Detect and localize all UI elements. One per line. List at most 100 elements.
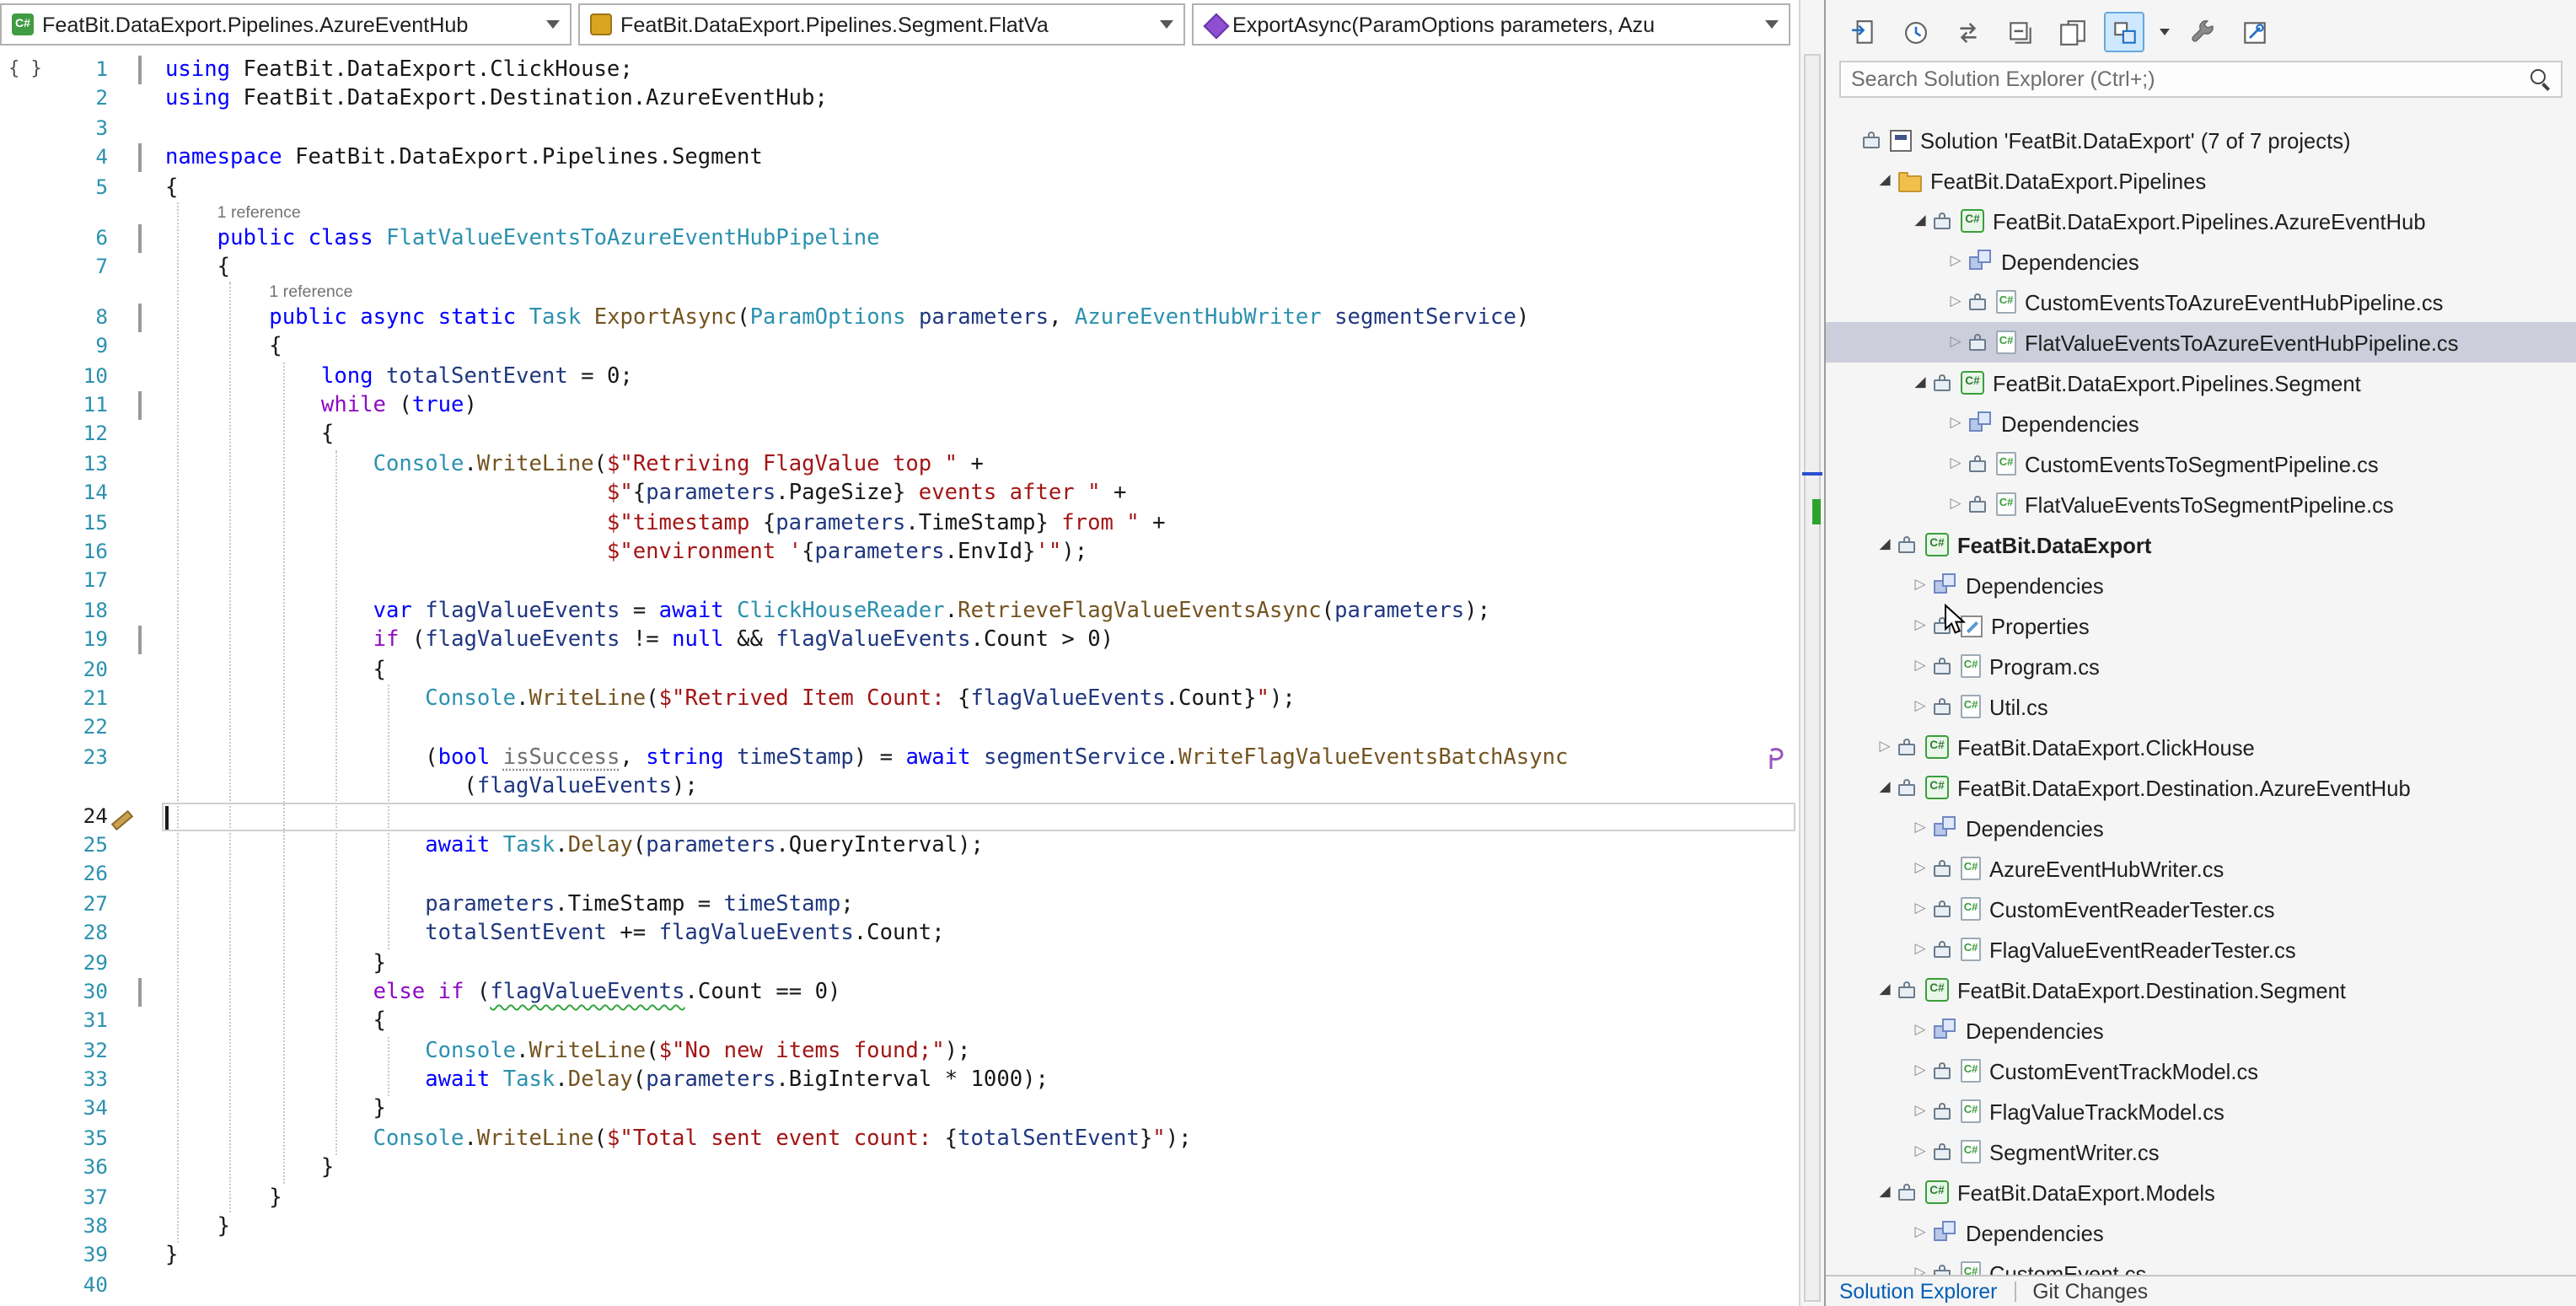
tree-item[interactable]: ▷C#Program.cs <box>1826 646 2576 686</box>
nav-dropdown-project[interactable]: C#FeatBit.DataExport.Pipelines.AzureEven… <box>0 3 572 46</box>
code-text[interactable]: long totalSentEvent = 0; <box>165 362 1799 391</box>
expander-icon[interactable]: ▷ <box>1907 941 1934 958</box>
suggestion-margin-icon[interactable] <box>1767 747 1785 771</box>
fold-margin[interactable] <box>138 391 165 421</box>
code-text[interactable]: Console.WriteLine($"No new items found;"… <box>165 1036 1799 1066</box>
fold-margin[interactable] <box>138 115 165 144</box>
expander-icon[interactable]: ▷ <box>1907 900 1934 917</box>
scrollbar-thumb[interactable] <box>1804 54 1821 1301</box>
code-text[interactable]: $"timestamp {parameters.TimeStamp} from … <box>165 508 1799 538</box>
fold-margin[interactable] <box>138 1008 165 1037</box>
search-icon[interactable] <box>2530 69 2551 89</box>
expander-icon[interactable]: ▷ <box>1942 496 1969 513</box>
fold-margin[interactable] <box>138 1036 165 1066</box>
fold-margin[interactable] <box>138 861 165 890</box>
fold-margin[interactable] <box>138 333 165 363</box>
fold-margin[interactable] <box>138 508 165 538</box>
sync-active-document-icon[interactable] <box>1843 12 1883 52</box>
code-text[interactable]: { <box>165 655 1799 685</box>
fold-margin[interactable] <box>138 831 165 861</box>
fold-margin[interactable] <box>138 362 165 391</box>
code-text[interactable]: { <box>165 333 1799 363</box>
tree-item[interactable]: ▷Properties <box>1826 605 2576 646</box>
tree-item[interactable]: ▷C#CustomEventsToAzureEventHubPipeline.c… <box>1826 282 2576 322</box>
collapse-region-icon[interactable] <box>138 391 142 420</box>
code-text[interactable]: $"{parameters.PageSize} events after " + <box>165 480 1799 509</box>
view-switcher-icon[interactable] <box>2104 12 2144 52</box>
code-text[interactable] <box>165 115 1799 144</box>
code-text[interactable]: parameters.TimeStamp = timeStamp; <box>165 889 1799 919</box>
tree-item[interactable]: ◢C#FeatBit.DataExport.Models <box>1826 1172 2576 1212</box>
code-text[interactable]: } <box>165 1154 1799 1184</box>
code-text[interactable]: { <box>165 253 1799 282</box>
tree-item[interactable]: ▷C#FlatValueEventsToAzureEventHubPipelin… <box>1826 322 2576 363</box>
fold-margin[interactable] <box>138 655 165 685</box>
code-text[interactable]: await Task.Delay(parameters.QueryInterva… <box>165 831 1799 861</box>
fold-margin[interactable] <box>138 597 165 626</box>
code-text[interactable]: 1 reference <box>165 282 1799 304</box>
code-text[interactable]: using FeatBit.DataExport.ClickHouse; <box>165 56 1799 85</box>
fold-margin[interactable] <box>138 450 165 480</box>
code-text[interactable]: Console.WriteLine($"Total sent event cou… <box>165 1125 1799 1154</box>
tree-item[interactable]: ▷C#CustomEventsToSegmentPipeline.cs <box>1826 443 2576 484</box>
tree-item[interactable]: ▷C#CustomEventReaderTester.cs <box>1826 889 2576 929</box>
fold-margin[interactable] <box>138 949 165 978</box>
code-text[interactable]: } <box>165 949 1799 978</box>
sync-icon[interactable] <box>1947 12 1988 52</box>
fold-margin[interactable] <box>138 85 165 115</box>
code-text[interactable]: Console.WriteLine($"Retrived Item Count:… <box>165 685 1799 714</box>
code-text[interactable]: else if (flagValueEvents.Count == 0) <box>165 978 1799 1008</box>
collapse-all-icon[interactable] <box>1999 12 2040 52</box>
fold-margin[interactable] <box>138 919 165 949</box>
expander-icon[interactable]: ◢ <box>1871 981 1898 998</box>
fold-margin[interactable] <box>138 1183 165 1212</box>
fold-margin[interactable] <box>138 978 165 1008</box>
fold-margin[interactable] <box>138 1066 165 1095</box>
code-text[interactable]: { <box>165 421 1799 450</box>
tree-item[interactable]: ▷C#SegmentWriter.cs <box>1826 1131 2576 1172</box>
expander-icon[interactable]: ▷ <box>1907 1022 1934 1039</box>
pending-changes-filter-icon[interactable] <box>1895 12 1935 52</box>
fold-margin[interactable] <box>138 685 165 714</box>
collapse-region-icon[interactable] <box>138 143 142 172</box>
tree-item[interactable]: ▷C#FlatValueEventsToSegmentPipeline.cs <box>1826 484 2576 524</box>
properties-icon[interactable] <box>2234 12 2274 52</box>
nav-dropdown-member[interactable]: ExportAsync(ParamOptions parameters, Azu <box>1192 3 1790 46</box>
code-text[interactable]: await Task.Delay(parameters.BigInterval … <box>165 1066 1799 1095</box>
fold-margin[interactable] <box>138 889 165 919</box>
code-text[interactable]: { <box>165 173 1799 202</box>
fold-margin[interactable] <box>138 1095 165 1125</box>
fold-margin[interactable] <box>138 744 165 773</box>
fold-margin[interactable] <box>138 282 165 304</box>
tree-item[interactable]: ◢C#FeatBit.DataExport <box>1826 524 2576 565</box>
codelens-references[interactable]: 1 reference <box>165 284 352 303</box>
expander-icon[interactable]: ◢ <box>1907 374 1934 391</box>
code-text[interactable]: (flagValueEvents); <box>165 772 1799 802</box>
fold-margin[interactable] <box>138 480 165 509</box>
expander-icon[interactable]: ▷ <box>1907 820 1934 836</box>
fold-margin[interactable] <box>138 421 165 450</box>
expander-icon[interactable]: ▷ <box>1907 617 1934 634</box>
code-text[interactable]: namespace FeatBit.DataExport.Pipelines.S… <box>165 143 1799 173</box>
code-text[interactable]: totalSentEvent += flagValueEvents.Count; <box>165 919 1799 949</box>
editor-scrollbar[interactable] <box>1799 0 1824 1306</box>
expander-icon[interactable]: ◢ <box>1871 779 1898 796</box>
code-text[interactable]: { <box>165 1008 1799 1037</box>
tree-item[interactable]: ▷C#FeatBit.DataExport.ClickHouse <box>1826 727 2576 767</box>
fold-margin[interactable] <box>138 56 165 85</box>
code-text[interactable]: if (flagValueEvents != null && flagValue… <box>165 626 1799 655</box>
collapse-region-icon[interactable] <box>138 56 142 84</box>
fold-margin[interactable] <box>138 626 165 655</box>
code-text[interactable]: public async static Task ExportAsync(Par… <box>165 304 1799 333</box>
tab-solution-explorer[interactable]: Solution Explorer <box>1839 1279 1997 1303</box>
tree-item[interactable]: ▷Dependencies <box>1826 565 2576 605</box>
fold-margin[interactable] <box>138 1271 165 1301</box>
fold-margin[interactable] <box>138 304 165 333</box>
code-text[interactable] <box>165 861 1799 890</box>
fold-margin[interactable] <box>138 1212 165 1242</box>
expander-icon[interactable]: ◢ <box>1871 172 1898 189</box>
fold-margin[interactable] <box>138 1154 165 1184</box>
code-text[interactable]: } <box>165 1242 1799 1271</box>
expander-icon[interactable]: ▷ <box>1907 1103 1934 1120</box>
tree-item[interactable]: ▷Dependencies <box>1826 1212 2576 1253</box>
